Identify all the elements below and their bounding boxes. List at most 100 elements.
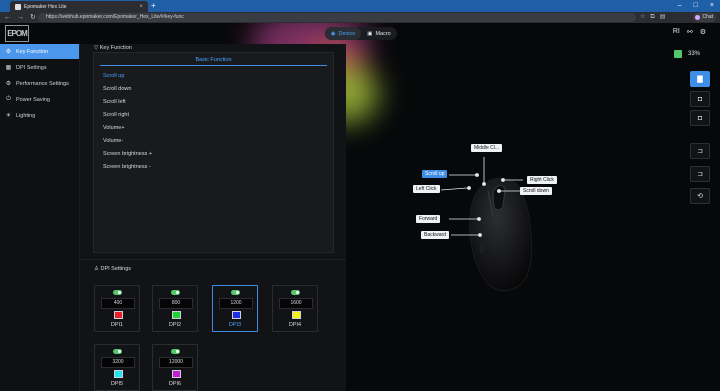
function-scroll-up[interactable]: Scroll up — [103, 73, 124, 79]
browser-toolbar: ← → ↻ https://webhub.epomaker.com/Epomak… — [0, 12, 720, 23]
app-header: EPOM ◉ Device ▣ Macro RI ⚯ ⚙ — [0, 23, 720, 44]
function-brightness-down[interactable]: Screen brightness - — [103, 164, 151, 170]
label-left-click[interactable]: Left Click — [413, 185, 440, 193]
dpi-toggle[interactable] — [171, 349, 180, 354]
label-forward[interactable]: Forward — [416, 215, 441, 223]
import-button[interactable]: ⊐ — [690, 143, 710, 159]
dpi-color-swatch[interactable] — [172, 311, 181, 319]
app-window: EPOM ◉ Device ▣ Macro RI ⚯ ⚙ ⚙ Key Function… — [0, 23, 720, 391]
dpi-toggle[interactable] — [171, 290, 180, 295]
dpi-value[interactable]: 3200 — [101, 357, 135, 368]
sidebar-item-label: DPI Settings — [16, 64, 47, 71]
macro-tab[interactable]: ▣ Macro — [361, 27, 397, 40]
reload-icon[interactable]: ↻ — [30, 12, 36, 23]
key-function-title: Key Function — [99, 45, 132, 51]
window-controls: – □ × — [678, 0, 714, 12]
address-bar[interactable]: https://webhub.epomaker.com/Epomaker_Hex… — [38, 13, 636, 22]
sidebar-item-performance-settings[interactable]: ⚙ Performance Settings — [0, 76, 79, 91]
header-icons: RI ⚯ ⚙ — [673, 28, 706, 36]
function-scroll-down[interactable]: Scroll down — [103, 86, 131, 92]
profile-button-2[interactable]: ◘ — [690, 91, 710, 107]
dpi-toggle[interactable] — [113, 349, 122, 354]
dpi-card-5[interactable]: 3200 DPI5 — [94, 344, 140, 391]
new-tab-button[interactable]: + — [151, 1, 156, 10]
dpi-toggle[interactable] — [113, 290, 122, 295]
dpi-card-2[interactable]: 800 DPI2 — [152, 285, 198, 332]
browser-tab[interactable]: Epomaker Hex Lite × — [10, 1, 148, 12]
power-icon: ⏻ — [6, 96, 11, 102]
back-icon[interactable]: ← — [4, 12, 11, 23]
dpi-color-swatch[interactable] — [172, 370, 181, 378]
device-tab[interactable]: ◉ Device — [325, 27, 361, 40]
maximize-icon[interactable]: □ — [694, 0, 698, 12]
dpi-title: DPI Settings — [100, 266, 132, 272]
label-scroll-up[interactable]: Scroll up — [422, 170, 448, 178]
profile-button-1[interactable]: ▇ — [690, 71, 710, 87]
dpi-icon: ▦ — [5, 65, 12, 71]
sidebar-item-label: Power Saving — [16, 96, 50, 103]
tab-close-icon[interactable]: × — [139, 4, 143, 10]
mouse-preview: Middle Cl... Scroll up Right Click Left … — [347, 44, 687, 391]
macro-icon: ▣ — [367, 30, 373, 37]
dpi-value[interactable]: 800 — [159, 298, 193, 309]
dpi-name: DPI2 — [168, 322, 182, 328]
label-scroll-down[interactable]: Scroll down — [520, 187, 552, 195]
device-icon: ◉ — [330, 30, 336, 37]
dpi-card-3[interactable]: 1200 DPI3 — [212, 285, 258, 332]
extensions-icon[interactable]: ⧉ — [650, 12, 654, 23]
label-middle-click[interactable]: Middle Cl... — [471, 144, 503, 152]
dpi-color-swatch[interactable] — [114, 370, 123, 378]
sidebar-item-power-saving[interactable]: ⏻ Power Saving — [0, 92, 79, 107]
dpi-value[interactable]: 12000 — [159, 357, 193, 368]
dpi-value[interactable]: 400 — [101, 298, 135, 309]
macro-tab-label: Macro — [375, 30, 391, 37]
dpi-card-4[interactable]: 1600 DPI4 — [272, 285, 318, 332]
brand-logo: EPOM — [5, 25, 29, 42]
function-scroll-left[interactable]: Scroll left — [103, 99, 126, 105]
dpi-card-1[interactable]: 400 DPI1 — [94, 285, 140, 332]
light-icon: ☀ — [5, 113, 12, 119]
dpi-color-swatch[interactable] — [232, 311, 241, 319]
export-button[interactable]: ⊐ — [690, 166, 710, 182]
sidebar-item-label: Lighting — [16, 112, 36, 119]
close-window-icon[interactable]: × — [710, 0, 714, 12]
dpi-toggle[interactable] — [291, 290, 300, 295]
pairing-icon[interactable]: ⚯ — [687, 28, 693, 36]
star-icon[interactable]: ☆ — [640, 12, 645, 23]
function-scroll-right[interactable]: Scroll right — [103, 112, 129, 118]
settings-gear-icon[interactable]: ⚙ — [700, 28, 706, 36]
function-brightness-up[interactable]: Screen brightness + — [103, 151, 152, 157]
sidebar-item-key-function[interactable]: ⚙ Key Function — [0, 44, 79, 59]
battery-icon — [674, 50, 682, 58]
folder-export-icon: ⊐ — [697, 171, 703, 178]
basic-function-tab[interactable]: Basic Function — [100, 55, 327, 66]
profile-button[interactable]: Chat — [693, 13, 716, 22]
forward-icon[interactable]: → — [17, 12, 24, 23]
collections-icon[interactable]: ▤ — [660, 12, 666, 23]
dpi-name: DPI6 — [168, 381, 182, 387]
mouse-illustration — [440, 157, 533, 291]
dpi-color-swatch[interactable] — [292, 311, 301, 319]
label-backward[interactable]: Backward — [421, 231, 449, 239]
language-button[interactable]: RI — [673, 28, 680, 36]
tab-favicon-icon — [15, 3, 21, 10]
dpi-value[interactable]: 1200 — [219, 298, 253, 309]
function-volume-down[interactable]: Volume- — [103, 138, 123, 144]
toolbar-icons: ☆ ⧉ ▤ — [640, 12, 665, 23]
reset-button[interactable]: ⟲ — [690, 188, 710, 204]
gamepad-icon: ◘ — [697, 114, 703, 122]
browser-tab-strip: Epomaker Hex Lite × + – □ × — [0, 0, 720, 12]
function-volume-up[interactable]: Volume+ — [103, 125, 125, 131]
performance-icon: ⚙ — [5, 81, 12, 87]
dpi-value[interactable]: 1600 — [279, 298, 313, 309]
dpi-toggle[interactable] — [231, 290, 240, 295]
battery-indicator: 33% — [674, 50, 700, 58]
profile-button-3[interactable]: ◘ — [690, 110, 710, 126]
dpi-color-swatch[interactable] — [114, 311, 123, 319]
dpi-card-6[interactable]: 12000 DPI6 — [152, 344, 198, 391]
dpi-name: DPI4 — [288, 322, 302, 328]
label-right-click[interactable]: Right Click — [527, 176, 557, 184]
minimize-icon[interactable]: – — [678, 0, 682, 12]
sidebar-item-dpi-settings[interactable]: ▦ DPI Settings — [0, 60, 79, 75]
sidebar-item-lighting[interactable]: ☀ Lighting — [0, 108, 79, 123]
